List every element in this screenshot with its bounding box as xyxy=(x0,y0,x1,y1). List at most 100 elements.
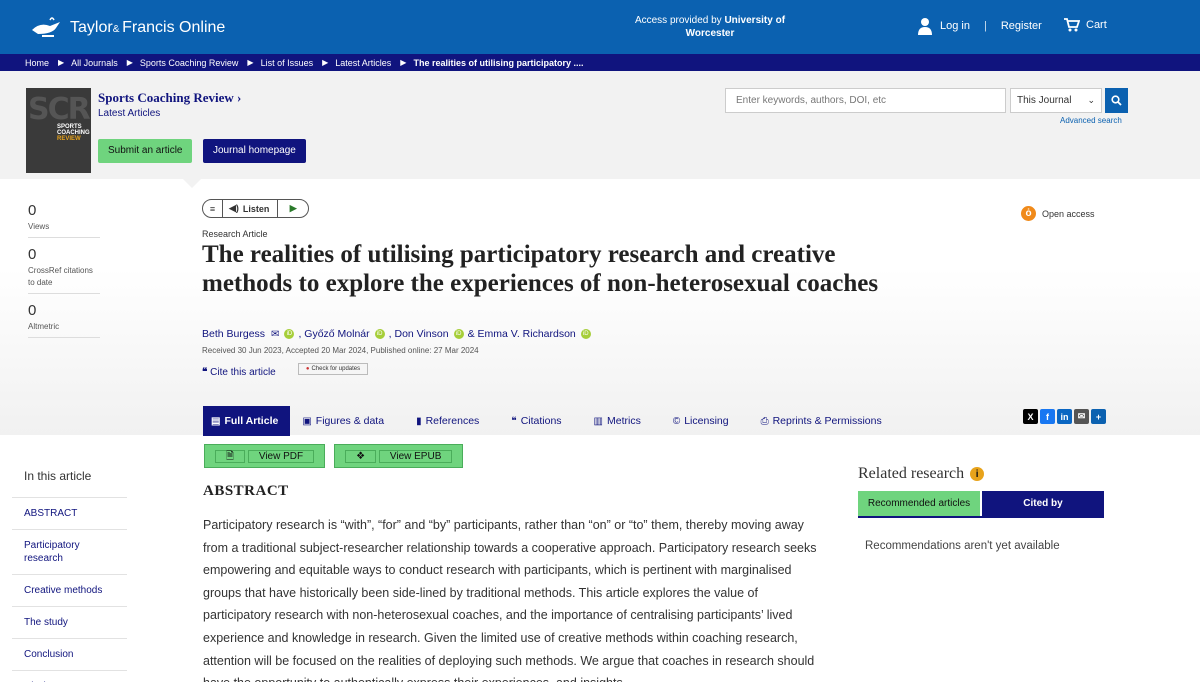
breadcrumb-list-of-issues[interactable]: List of Issues xyxy=(261,58,314,68)
orcid-icon[interactable]: iD xyxy=(580,329,591,339)
login-link[interactable]: Log in xyxy=(940,20,970,32)
orcid-icon[interactable]: iD xyxy=(284,329,295,339)
orcid-icon[interactable]: iD xyxy=(453,329,464,339)
article-header-band xyxy=(0,179,1200,435)
tab-full-article[interactable]: ▤ Full Article xyxy=(203,406,291,436)
book-icon: ▮ xyxy=(416,415,422,427)
tab-licensing[interactable]: © Licensing xyxy=(663,406,739,436)
article-tabs: ▤ Full Article ▣ Figures & data ▮ Reference… xyxy=(203,406,904,436)
metric-views: 0 Views xyxy=(28,202,100,238)
cart-link[interactable]: Cart xyxy=(1064,18,1107,32)
linkedin-share-icon[interactable]: in xyxy=(1057,409,1072,424)
cover-letters: SCR xyxy=(28,92,91,127)
tab-cited-by[interactable]: Cited by xyxy=(982,491,1104,516)
author-name[interactable]: Don Vinson xyxy=(394,328,448,340)
brand-name: Taylor& Francis Online xyxy=(70,19,226,36)
table-of-contents: ABSTRACT Participatory research Creative… xyxy=(12,497,127,682)
user-links: Log in | Register xyxy=(918,17,1042,35)
tab-references[interactable]: ▮ References xyxy=(406,406,489,436)
epub-icon: ❖ xyxy=(345,450,377,463)
breadcrumb-latest-articles[interactable]: Latest Articles xyxy=(335,58,391,68)
breadcrumb-journal[interactable]: Sports Coaching Review xyxy=(140,58,239,68)
submit-article-button[interactable]: Submit an article xyxy=(98,139,193,163)
search-button[interactable] xyxy=(1105,88,1128,113)
access-info: Access provided by University of Worcest… xyxy=(620,14,800,40)
quote-icon: ❝ xyxy=(511,415,517,427)
tab-figures[interactable]: ▣ Figures & data xyxy=(302,406,394,436)
metric-crossref: 0 CrossRef citations to date xyxy=(28,246,100,294)
author-name[interactable]: Beth Burgess xyxy=(202,328,265,340)
check-for-updates-button[interactable]: ● Check for updates xyxy=(298,363,368,375)
quote-icon: ❝ xyxy=(202,367,208,378)
x-share-icon[interactable]: X xyxy=(1023,409,1038,424)
document-icon: ▤ xyxy=(211,415,221,427)
bar-chart-icon: ▥ xyxy=(593,415,603,427)
cite-article-link[interactable]: ❝ Cite this article xyxy=(202,367,276,378)
advanced-search-link[interactable]: Advanced search xyxy=(1060,116,1122,125)
toc-title: In this article xyxy=(24,469,92,483)
lamp-logo-icon xyxy=(32,17,60,37)
journal-homepage-button[interactable]: Journal homepage xyxy=(203,139,306,163)
tab-metrics[interactable]: ▥ Metrics xyxy=(584,406,651,436)
related-research-heading: Related research i xyxy=(858,465,985,483)
menu-icon[interactable]: ≡ xyxy=(203,200,223,217)
print-icon: ⎙ xyxy=(760,415,769,427)
journal-subtitle[interactable]: Latest Articles xyxy=(98,108,160,119)
author-name[interactable]: Emma V. Richardson xyxy=(478,328,576,340)
tab-reprints[interactable]: ⎙ Reprints & Permissions xyxy=(751,406,892,436)
email-share-icon[interactable]: ✉ xyxy=(1074,409,1089,424)
tab-citations[interactable]: ❝ Citations xyxy=(501,406,571,436)
open-access-badge: ȯ Open access xyxy=(1021,206,1095,221)
breadcrumb-current: The realities of utilising participatory… xyxy=(413,57,584,68)
journal-cover[interactable]: SCR SPORTS COACHING REVIEW xyxy=(26,88,91,173)
search-scope-select[interactable]: This Journal ⌄ xyxy=(1010,88,1102,113)
search-input[interactable]: Enter keywords, authors, DOI, etc xyxy=(725,88,1006,113)
toc-item[interactable]: Conclusion xyxy=(12,638,127,670)
toc-item[interactable]: ABSTRACT xyxy=(12,497,127,529)
toc-item[interactable]: Participatory research xyxy=(12,529,127,574)
article-metrics: 0 Views 0 CrossRef citations to date 0 A… xyxy=(28,202,100,346)
site-logo[interactable]: Taylor& Francis Online xyxy=(30,16,225,40)
orcid-icon[interactable]: iD xyxy=(374,329,385,339)
speaker-icon: ◀) xyxy=(229,203,239,213)
view-epub-button[interactable]: ❖ View EPUB xyxy=(334,444,464,468)
header-notch xyxy=(183,179,201,188)
article-title: The realities of utilising participatory… xyxy=(202,241,879,297)
listen-button[interactable]: ◀) Listen xyxy=(223,200,279,217)
breadcrumb: Home ▶ All Journals ▶ Sports Coaching Re… xyxy=(0,54,1200,71)
breadcrumb-home[interactable]: Home xyxy=(25,58,49,68)
chevron-right-icon: ▶ xyxy=(126,58,133,67)
breadcrumb-all-journals[interactable]: All Journals xyxy=(71,58,118,68)
copyright-icon: © xyxy=(672,415,681,427)
info-icon[interactable]: i xyxy=(970,467,985,481)
abstract-heading: ABSTRACT xyxy=(203,483,289,499)
metric-altmetric: 0 Altmetric xyxy=(28,302,100,338)
view-pdf-button[interactable]: 🗎 View PDF xyxy=(204,444,326,468)
journal-title[interactable]: Sports Coaching Review › xyxy=(98,90,241,106)
scope-selected: This Journal xyxy=(1017,95,1072,106)
author-name[interactable]: Győző Molnár xyxy=(304,328,369,340)
register-link[interactable]: Register xyxy=(1001,20,1042,32)
search-icon xyxy=(1111,95,1122,106)
recommendations-empty-message: Recommendations aren't yet available xyxy=(865,540,1060,552)
envelope-icon[interactable]: ✉ xyxy=(271,329,279,340)
toc-item[interactable]: The study xyxy=(12,606,127,638)
listen-player[interactable]: ≡ ◀) Listen ▶ xyxy=(202,199,309,218)
chevron-right-icon: ▶ xyxy=(400,58,407,67)
related-tabs-underline xyxy=(858,516,1104,518)
article-dates: Received 30 Jun 2023, Accepted 20 Mar 20… xyxy=(202,346,479,355)
tab-recommended-articles[interactable]: Recommended articles xyxy=(858,491,980,516)
share-buttons: X f in ✉ + xyxy=(1023,409,1106,424)
toc-item[interactable]: Disclosure xyxy=(12,670,127,682)
chevron-right-icon: ▶ xyxy=(247,58,254,67)
play-icon[interactable]: ▶ xyxy=(278,203,308,214)
related-tabs: Recommended articles Cited by xyxy=(858,491,1104,516)
separator: | xyxy=(983,20,987,32)
toc-item[interactable]: Creative methods xyxy=(12,574,127,606)
chevron-down-icon: ⌄ xyxy=(1087,95,1095,105)
open-access-icon: ȯ xyxy=(1021,206,1036,221)
more-share-icon[interactable]: + xyxy=(1091,409,1106,424)
cart-label: Cart xyxy=(1086,19,1107,31)
facebook-share-icon[interactable]: f xyxy=(1040,409,1055,424)
access-prefix: Access provided by xyxy=(634,15,722,26)
